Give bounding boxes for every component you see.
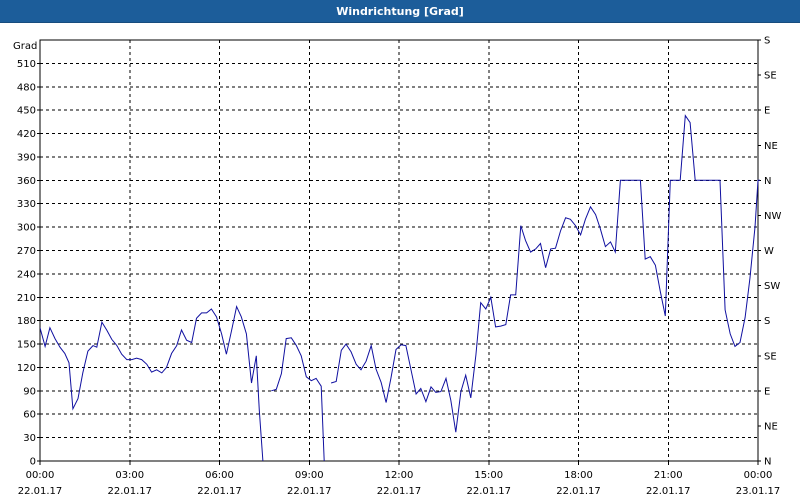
y2-tick-label: E (764, 386, 770, 397)
y-tick-label: 180 (17, 316, 36, 327)
series-line (40, 305, 264, 461)
y-tick-label: 210 (17, 293, 36, 304)
y-tick-label: 420 (17, 129, 36, 140)
x-tick-time: 06:00 (205, 470, 234, 481)
grid-layer (40, 40, 758, 461)
x-tick-date: 22.01.17 (287, 486, 332, 497)
x-tick-date: 22.01.17 (107, 486, 152, 497)
y2-tick-label: NE (764, 141, 778, 152)
series-layer (40, 114, 760, 461)
x-tick-date: 22.01.17 (377, 486, 422, 497)
y2-tick-label: S (764, 316, 770, 327)
y2-tick-label: SW (764, 281, 780, 292)
y-tick-label: 60 (23, 410, 36, 421)
x-tick-time: 21:00 (654, 470, 683, 481)
y-tick-label: 270 (17, 246, 36, 257)
y-tick-label: 480 (17, 82, 36, 93)
y-tick-label: 0 (30, 457, 36, 468)
y2-tick-label: SE (764, 351, 777, 362)
y2-tick-label: S (764, 36, 770, 47)
x-tick-time: 15:00 (474, 470, 503, 481)
y-tick-label: 390 (17, 152, 36, 163)
x-tick-date: 22.01.17 (466, 486, 511, 497)
y2-tick-label: N (764, 457, 771, 468)
y-tick-label: 300 (17, 223, 36, 234)
y2-tick-label: SE (764, 71, 777, 82)
chart-svg: 0 30 60 90 120 150 180 210 240 270 300 330 360 390 420… (13, 36, 781, 498)
y-tick-label: 150 (17, 340, 36, 351)
x-tick-time: 09:00 (295, 470, 324, 481)
y-tick-label: 90 (23, 386, 36, 397)
x-tick-date: 22.01.17 (197, 486, 242, 497)
y-axis-label: Grad (13, 41, 37, 52)
chart-window: Windrichtung [Grad] 0 30 60 90 120 150 180 210 2… (0, 0, 800, 500)
x-tick-time: 12:00 (385, 470, 414, 481)
label-layer: 0 30 60 90 120 150 180 210 240 270 300 330 360 390 420… (13, 36, 781, 498)
series-line (271, 337, 325, 461)
y2-tick-label: E (764, 106, 770, 117)
x-tick-date: 22.01.17 (18, 486, 63, 497)
y-tick-label: 120 (17, 363, 36, 374)
y2-tick-label: N (764, 176, 771, 187)
y-tick-label: 30 (23, 433, 36, 444)
y-tick-label: 450 (17, 106, 36, 117)
y2-tick-label: NW (764, 211, 781, 222)
x-tick-date: 23.01.17 (736, 486, 781, 497)
x-tick-time: 00:00 (744, 470, 773, 481)
y-tick-label: 240 (17, 269, 36, 280)
y-tick-label: 360 (17, 176, 36, 187)
x-tick-time: 03:00 (115, 470, 144, 481)
y2-tick-label: NE (764, 421, 778, 432)
y2-tick-label: W (764, 246, 774, 257)
x-tick-time: 00:00 (26, 470, 55, 481)
y-tick-label: 330 (17, 199, 36, 210)
y-tick-label: 510 (17, 59, 36, 70)
x-tick-date: 22.01.17 (646, 486, 691, 497)
x-tick-date: 22.01.17 (556, 486, 601, 497)
x-tick-time: 18:00 (564, 470, 593, 481)
